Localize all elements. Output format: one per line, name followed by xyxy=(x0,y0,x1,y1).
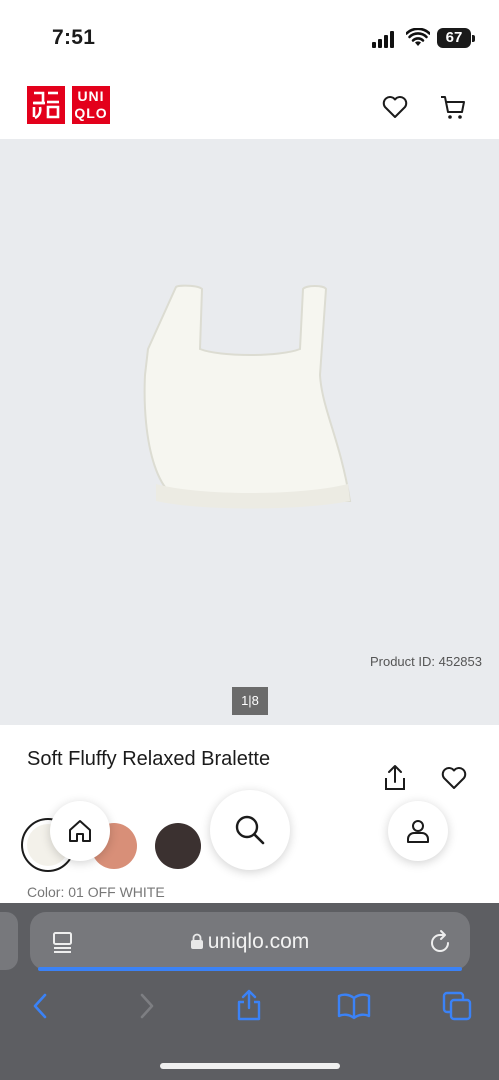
forward-icon[interactable] xyxy=(137,992,157,1020)
katakana-logo-icon xyxy=(32,91,60,120)
wifi-icon xyxy=(406,28,430,46)
logo-line-1: UNI xyxy=(77,88,105,104)
back-icon[interactable] xyxy=(30,992,50,1020)
share-sheet-icon[interactable] xyxy=(235,988,263,1022)
status-time: 7:51 xyxy=(52,26,96,49)
home-indicator xyxy=(160,1063,340,1069)
color-label: Color: 01 OFF WHITE xyxy=(27,884,165,900)
search-button[interactable] xyxy=(210,790,290,870)
reload-icon[interactable] xyxy=(428,929,452,955)
product-image[interactable] xyxy=(0,139,499,725)
url-display[interactable]: uniqlo.com xyxy=(0,930,499,954)
tabs-icon[interactable] xyxy=(441,990,473,1022)
product-id: Product ID: 452853 xyxy=(369,654,482,669)
home-button[interactable] xyxy=(50,801,110,861)
battery-indicator: 67 xyxy=(437,28,471,48)
bookmarks-icon[interactable] xyxy=(337,992,371,1020)
search-icon xyxy=(235,815,265,845)
home-icon xyxy=(69,820,91,842)
wishlist-heart-icon[interactable] xyxy=(381,93,409,121)
favorite-heart-icon[interactable] xyxy=(440,764,468,792)
battery-nub xyxy=(472,35,475,42)
lock-icon xyxy=(190,933,203,949)
person-icon xyxy=(407,820,429,843)
uniqlo-logo-katakana[interactable] xyxy=(27,86,65,124)
product-title: Soft Fluffy Relaxed Bralette xyxy=(27,748,271,770)
url-text: uniqlo.com xyxy=(207,930,310,953)
share-icon[interactable] xyxy=(383,764,407,792)
swatch-dark-brown[interactable] xyxy=(155,823,201,869)
page-load-indicator xyxy=(38,967,462,971)
logo-line-2: QLO xyxy=(74,105,108,121)
cart-icon[interactable] xyxy=(439,93,467,121)
image-pager: 1|8 xyxy=(232,687,268,715)
bralette-image xyxy=(143,284,352,509)
cellular-signal-icon xyxy=(372,31,396,48)
uniqlo-logo-text[interactable]: UNI QLO xyxy=(72,86,110,124)
account-button[interactable] xyxy=(388,801,448,861)
